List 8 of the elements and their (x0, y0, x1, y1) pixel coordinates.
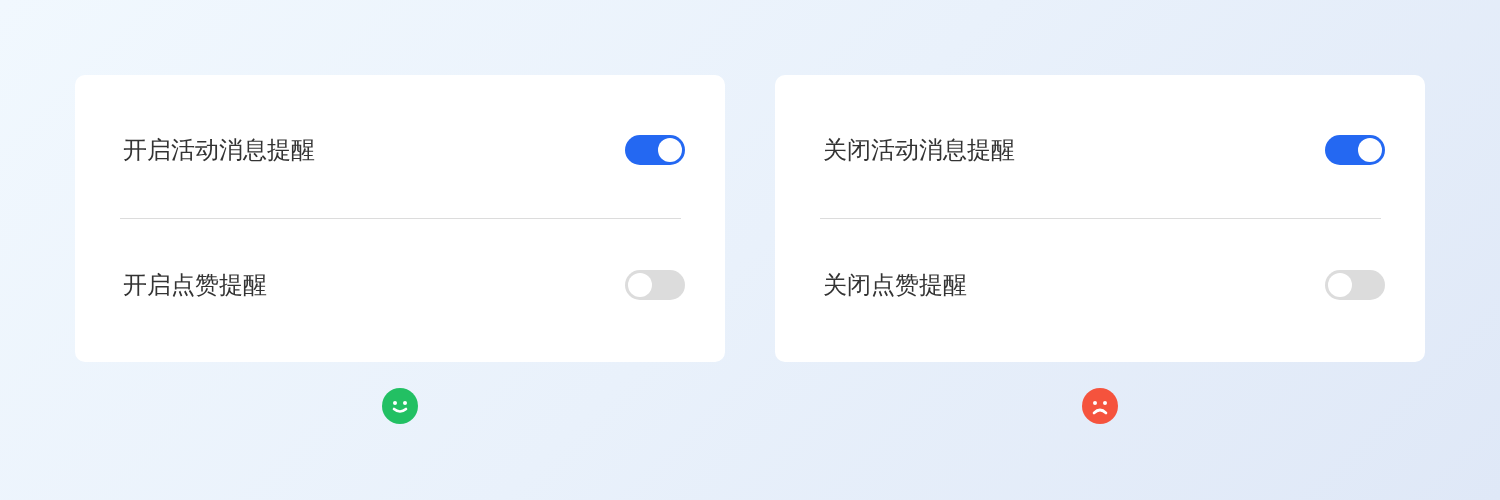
setting-label: 关闭活动消息提醒 (823, 135, 1015, 166)
setting-label: 开启活动消息提醒 (123, 135, 315, 166)
toggle-switch[interactable] (625, 135, 685, 165)
toggle-switch[interactable] (1325, 270, 1385, 300)
toggle-switch[interactable] (1325, 135, 1385, 165)
setting-label: 开启点赞提醒 (123, 270, 267, 301)
toggle-switch[interactable] (625, 270, 685, 300)
setting-label: 关闭点赞提醒 (823, 270, 967, 301)
